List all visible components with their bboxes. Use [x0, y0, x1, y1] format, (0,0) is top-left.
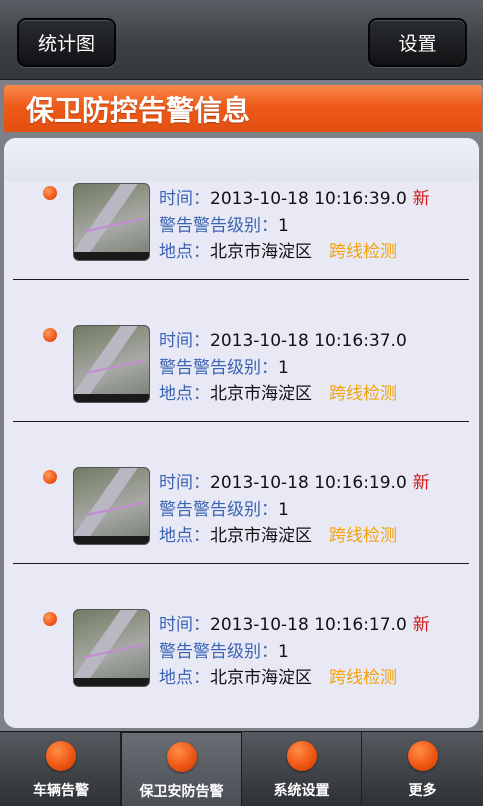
security-alarm-icon [166, 742, 197, 772]
settings-button[interactable]: 设置 [368, 18, 467, 67]
unread-dot-icon [43, 470, 57, 484]
alert-time: 2013-10-18 10:16:37.0 [210, 331, 407, 351]
thumbnail-bar [74, 536, 149, 544]
alert-item[interactable]: 时间：2013-10-18 10:16:17.0 新 警告警告级别：1 地点：北京… [4, 564, 479, 706]
alert-type: 跨线检测 [329, 668, 397, 688]
unread-dot-icon [43, 328, 57, 342]
alert-level: 1 [278, 642, 289, 662]
alert-time: 2013-10-18 10:16:39.0 [210, 189, 407, 209]
alert-item[interactable]: 时间：2013-10-18 10:16:19.0 新 警告警告级别：1 地点：北京… [4, 422, 479, 564]
alert-item[interactable]: 时间：2013-10-18 10:16:39.0 新 警告警告级别：1 地点：北京… [4, 138, 479, 280]
page-title: 保卫防控告警信息 [4, 85, 482, 132]
alert-level-row: 警告警告级别：1 [159, 215, 289, 237]
level-label: 警告警告级别： [159, 642, 278, 662]
time-label: 时间： [159, 615, 210, 635]
tab-label: 更多 [408, 783, 437, 799]
location-label: 地点： [159, 384, 210, 404]
alert-level: 1 [278, 216, 289, 236]
level-label: 警告警告级别： [159, 358, 278, 378]
more-icon [407, 741, 438, 771]
tab-system-settings[interactable]: 系统设置 [242, 732, 362, 806]
alert-level-row: 警告警告级别：1 [159, 499, 289, 521]
alert-level: 1 [278, 358, 289, 378]
alert-type: 跨线检测 [329, 526, 397, 546]
new-badge: 新 [412, 615, 430, 635]
time-label: 时间： [159, 331, 210, 351]
alert-level: 1 [278, 500, 289, 520]
alert-snapshot-thumbnail[interactable] [74, 184, 149, 260]
alert-snapshot-thumbnail[interactable] [74, 468, 149, 544]
alert-time: 2013-10-18 10:16:19.0 [210, 473, 407, 493]
alert-time: 2013-10-18 10:16:17.0 [210, 615, 407, 635]
time-label: 时间： [159, 473, 210, 493]
vehicle-alarm-icon [46, 741, 76, 771]
alert-location-row: 地点：北京市海淀区 跨线检测 [159, 525, 397, 547]
location-label: 地点： [159, 242, 210, 262]
level-label: 警告警告级别： [159, 500, 278, 520]
tab-more[interactable]: 更多 [362, 732, 483, 806]
alert-time-row: 时间：2013-10-18 10:16:17.0 新 [159, 614, 430, 636]
alert-location: 北京市海淀区 [210, 526, 312, 546]
alert-location: 北京市海淀区 [210, 242, 312, 262]
tab-vehicle-alarm[interactable]: 车辆告警 [2, 732, 121, 806]
alert-type: 跨线检测 [329, 384, 397, 404]
alert-snapshot-thumbnail[interactable] [74, 610, 149, 686]
thumbnail-bar [74, 678, 149, 686]
alert-location-row: 地点：北京市海淀区 跨线检测 [159, 241, 397, 263]
tab-label: 车辆告警 [33, 783, 89, 799]
alert-time-row: 时间：2013-10-18 10:16:39.0 新 [159, 188, 430, 210]
alert-level-row: 警告警告级别：1 [159, 357, 289, 379]
alert-location-row: 地点：北京市海淀区 跨线检测 [159, 667, 397, 689]
bottom-tab-bar: 车辆告警 保卫安防告警 系统设置 更多 [0, 731, 483, 806]
statistics-chart-button[interactable]: 统计图 [17, 18, 116, 67]
thumbnail-bar [74, 252, 149, 260]
tab-label: 系统设置 [273, 783, 330, 799]
unread-dot-icon [43, 612, 57, 626]
thumbnail-bar [74, 394, 149, 402]
unread-dot-icon [43, 186, 57, 200]
alert-type: 跨线检测 [329, 242, 397, 262]
time-label: 时间： [159, 189, 210, 209]
tab-label: 保卫安防告警 [139, 784, 224, 800]
alert-snapshot-thumbnail[interactable] [74, 326, 149, 402]
level-label: 警告警告级别： [159, 216, 278, 236]
alert-location: 北京市海淀区 [210, 668, 312, 688]
location-label: 地点： [159, 526, 210, 546]
location-label: 地点： [159, 668, 210, 688]
new-badge: 新 [412, 473, 430, 493]
alert-level-row: 警告警告级别：1 [159, 641, 289, 663]
alert-location: 北京市海淀区 [210, 384, 312, 404]
alert-time-row: 时间：2013-10-18 10:16:19.0 新 [159, 472, 430, 494]
top-bar: 统计图 设置 [0, 0, 483, 80]
system-settings-icon [286, 741, 317, 771]
content-area: 保卫防控告警信息 时间：2013-10-18 10:16:39.0 新 警告警告级… [0, 80, 483, 731]
alert-location-row: 地点：北京市海淀区 跨线检测 [159, 383, 397, 405]
tab-security-alarm[interactable]: 保卫安防告警 [121, 732, 242, 806]
alert-item[interactable]: 时间：2013-10-18 10:16:37.0 警告警告级别：1 地点：北京市… [4, 280, 479, 422]
new-badge: 新 [412, 189, 430, 209]
alert-time-row: 时间：2013-10-18 10:16:37.0 [159, 330, 413, 352]
alert-list[interactable]: 时间：2013-10-18 10:16:39.0 新 警告警告级别：1 地点：北京… [4, 138, 479, 728]
